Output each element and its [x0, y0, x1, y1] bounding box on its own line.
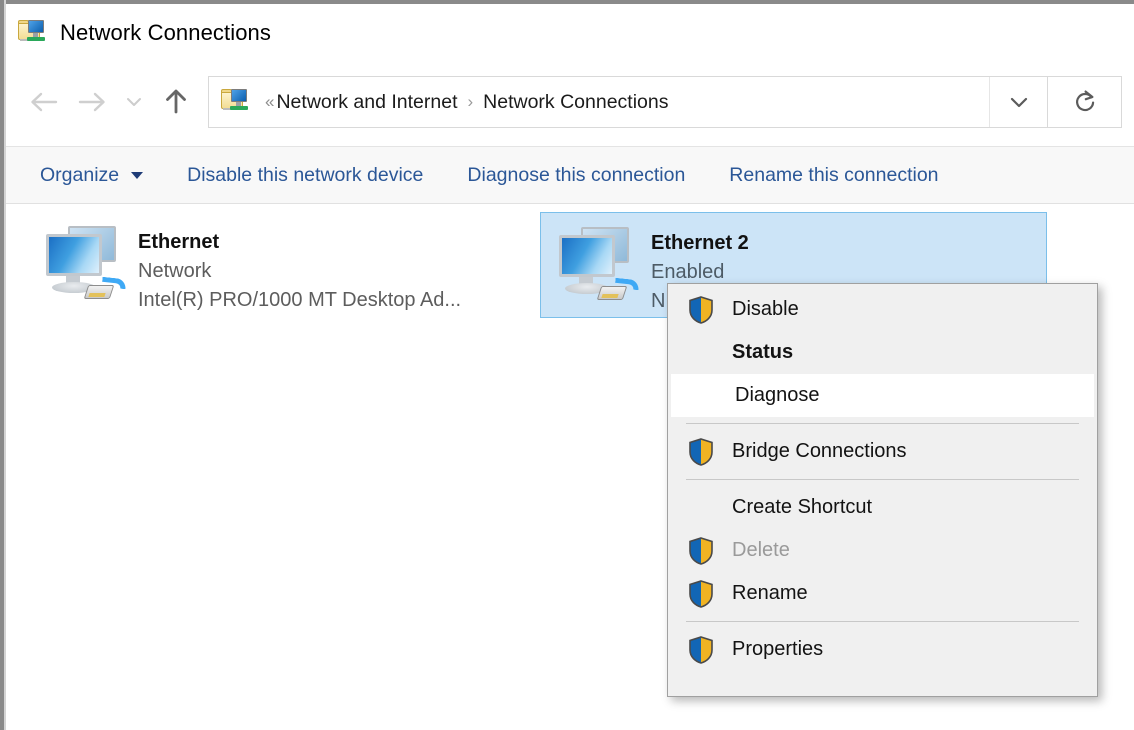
- chevron-down-icon: [131, 171, 144, 179]
- toolbar-disable-device-button[interactable]: Disable this network device: [165, 147, 445, 203]
- arrow-left-icon: [31, 92, 58, 112]
- window-title: Network Connections: [60, 20, 271, 45]
- menu-icon-placeholder: [686, 338, 716, 368]
- connection-name: Ethernet 2: [651, 232, 749, 254]
- uac-shield-icon: [686, 437, 716, 467]
- uac-shield-icon: [686, 536, 716, 566]
- context-menu-label: Delete: [732, 539, 790, 561]
- chevron-down-icon: [1010, 97, 1027, 108]
- address-bar[interactable]: « Network and Internet › Network Connect…: [208, 76, 1048, 128]
- context-menu-separator: [686, 621, 1079, 622]
- context-menu-item-diagnose[interactable]: Diagnose: [671, 374, 1094, 417]
- breadcrumb-overflow[interactable]: «: [251, 92, 276, 112]
- network-adapter-icon: [551, 225, 643, 309]
- chevron-down-icon: [127, 98, 141, 106]
- refresh-button[interactable]: [1048, 76, 1122, 128]
- context-menu-item-status[interactable]: Status: [668, 331, 1097, 374]
- network-adapter-icon: [38, 224, 130, 308]
- breadcrumb-item-network-connections[interactable]: Network Connections: [483, 91, 668, 114]
- uac-shield-icon: [686, 635, 716, 665]
- breadcrumb-item-network-and-internet[interactable]: Network and Internet: [276, 91, 457, 114]
- connection-status: Network: [138, 260, 212, 282]
- menu-icon-placeholder: [686, 493, 716, 523]
- breadcrumb-separator[interactable]: ›: [457, 92, 483, 112]
- context-menu-label: Rename: [732, 582, 808, 604]
- connection-item-ethernet[interactable]: Ethernet Network Intel(R) PRO/1000 MT De…: [28, 212, 538, 318]
- context-menu-label: Disable: [732, 298, 799, 320]
- up-button[interactable]: [152, 78, 200, 126]
- title-bar: Network Connections: [6, 4, 1134, 62]
- network-folder-icon: [18, 19, 48, 47]
- uac-shield-icon: [686, 295, 716, 325]
- toolbar-organize-button[interactable]: Organize: [6, 147, 165, 203]
- refresh-icon: [1075, 90, 1094, 112]
- context-menu-item-disable[interactable]: Disable: [668, 288, 1097, 331]
- connection-adapter: Intel(R) PRO/1000 MT Desktop Ad...: [138, 289, 462, 311]
- context-menu-item-delete: Delete: [668, 529, 1097, 572]
- command-toolbar: Organize Disable this network device Dia…: [6, 146, 1134, 204]
- context-menu-separator: [686, 423, 1079, 424]
- connection-name: Ethernet: [138, 231, 220, 253]
- context-menu-label: Diagnose: [735, 384, 820, 406]
- network-connections-window: Network Connections « Network and Intern…: [0, 0, 1134, 730]
- context-menu-separator: [686, 479, 1079, 480]
- arrow-up-icon: [166, 89, 186, 114]
- toolbar-rename-connection-button[interactable]: Rename this connection: [707, 147, 960, 203]
- context-menu-item-bridge-connections[interactable]: Bridge Connections: [668, 430, 1097, 473]
- context-menu-item-properties[interactable]: Properties: [668, 628, 1097, 671]
- address-bar-row: « Network and Internet › Network Connect…: [6, 62, 1134, 142]
- address-bar-dropdown-button[interactable]: [989, 77, 1047, 127]
- context-menu: Disable Status Diagnose Bridge Connectio…: [667, 283, 1098, 697]
- context-menu-label: Bridge Connections: [732, 440, 907, 462]
- context-menu-label: Create Shortcut: [732, 496, 873, 518]
- toolbar-diagnose-connection-button[interactable]: Diagnose this connection: [445, 147, 707, 203]
- context-menu-item-rename[interactable]: Rename: [668, 572, 1097, 615]
- address-bar-folder-icon: [221, 88, 251, 116]
- arrow-right-icon: [78, 92, 105, 112]
- recent-locations-button[interactable]: [116, 78, 152, 126]
- uac-shield-icon: [686, 579, 716, 609]
- menu-icon-placeholder: [689, 381, 719, 411]
- context-menu-item-create-shortcut[interactable]: Create Shortcut: [668, 486, 1097, 529]
- toolbar-organize-label: Organize: [40, 163, 120, 186]
- context-menu-label: Status: [732, 341, 794, 363]
- forward-button[interactable]: [68, 78, 116, 126]
- back-button[interactable]: [20, 78, 68, 126]
- context-menu-label: Properties: [732, 638, 824, 660]
